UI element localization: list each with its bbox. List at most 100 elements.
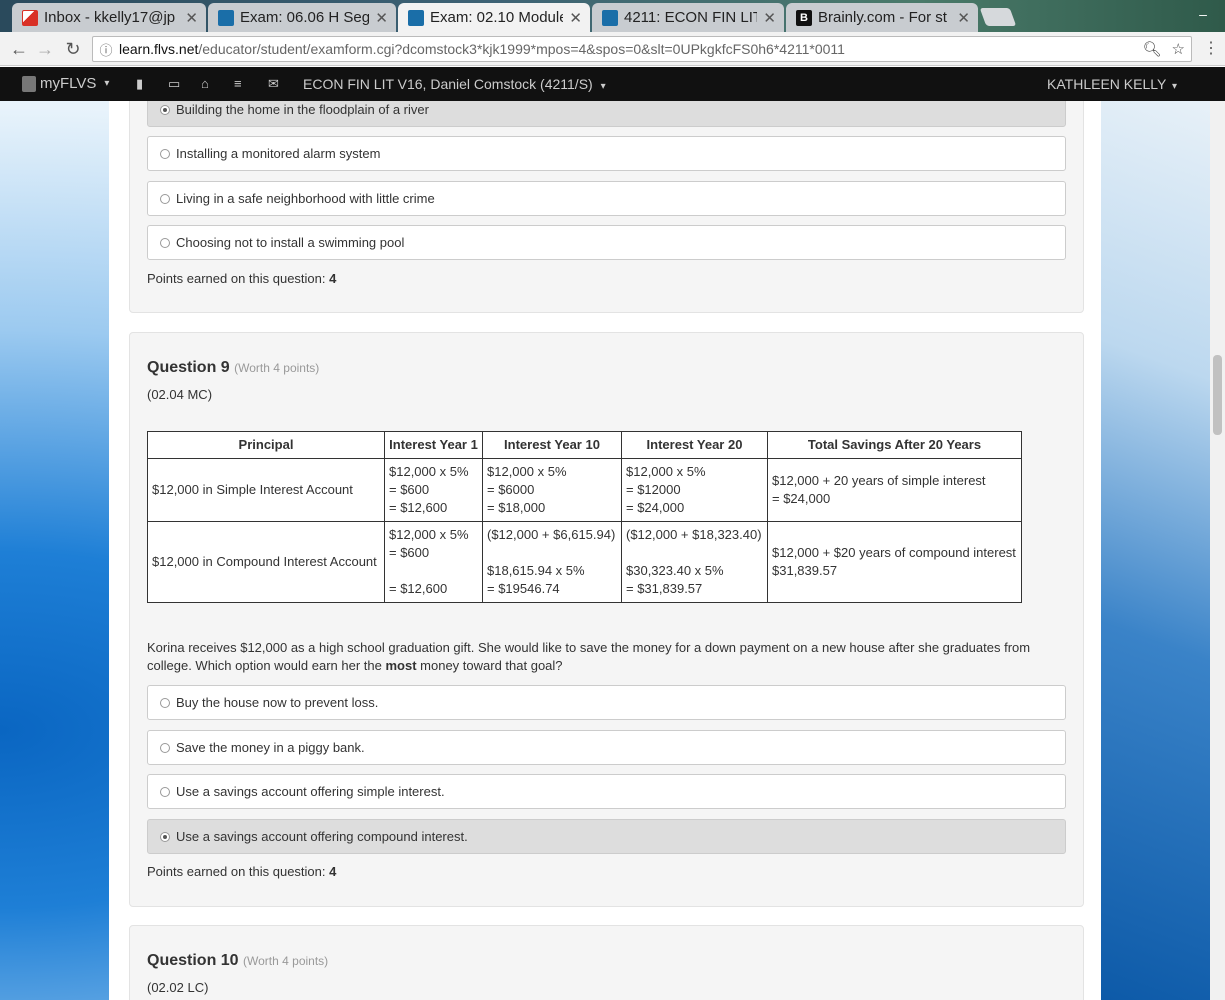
book-icon[interactable]: ▮ bbox=[136, 76, 143, 92]
table-header: Total Savings After 20 Years bbox=[767, 431, 1022, 459]
cell-line: $12,000 x 5% bbox=[487, 464, 567, 479]
table-cell: $12,000 x 5% = $600 = $12,600 bbox=[384, 521, 483, 603]
cell-line: = $600 bbox=[389, 482, 430, 497]
back-arrow-icon[interactable]: ← bbox=[8, 38, 30, 60]
address-bar[interactable]: ⓘ learn.flvs.net/educator/student/examfo… bbox=[92, 36, 1192, 62]
question-10-panel: Question 10 (Worth 4 points) (02.02 LC) bbox=[129, 925, 1084, 1000]
radio-button[interactable] bbox=[160, 831, 170, 842]
question-text: Korina receives $12,000 as a high school… bbox=[147, 639, 1047, 675]
option-label: Living in a safe neighborhood with littl… bbox=[176, 191, 435, 206]
url-host: learn.flvs.net bbox=[119, 41, 199, 57]
menu-icon[interactable]: ⋮ bbox=[1203, 38, 1219, 58]
close-icon[interactable]: ✕ bbox=[185, 9, 198, 27]
flvs-icon bbox=[408, 9, 424, 26]
q9-option-4[interactable]: Use a savings account offering compound … bbox=[147, 819, 1066, 854]
reload-icon[interactable]: ↻ bbox=[62, 38, 84, 60]
brainly-icon: B bbox=[796, 9, 812, 26]
table-cell: $12,000 in Simple Interest Account bbox=[147, 458, 385, 522]
tab-course-4211[interactable]: 4211: ECON FIN LIT ✕ bbox=[592, 3, 784, 32]
table-cell: $12,000 x 5% = $600 = $12,600 bbox=[384, 458, 483, 522]
forward-arrow-icon[interactable]: → bbox=[34, 38, 56, 60]
myflvs-logo[interactable]: myFLVS ▾ bbox=[22, 75, 109, 92]
minimize-icon[interactable]: – bbox=[1193, 6, 1213, 22]
radio-button[interactable] bbox=[160, 193, 170, 204]
home-icon[interactable]: ⌂ bbox=[201, 76, 209, 91]
cell-line: $12,000 x 5% bbox=[389, 464, 469, 479]
question-worth: (Worth 4 points) bbox=[243, 954, 329, 968]
table-cell: $12,000 x 5% = $12000 = $24,000 bbox=[621, 458, 768, 522]
app-navbar: myFLVS ▾ ▮ ▭ ⌂ ≡ ✉ ECON FIN LIT V16, Dan… bbox=[0, 67, 1225, 101]
tab-title: Exam: 02.10 Module bbox=[430, 9, 564, 26]
table-header: Interest Year 1 bbox=[384, 431, 483, 459]
question-text-part: Korina receives $12,000 as a high school… bbox=[147, 640, 1031, 673]
question-9-panel: Question 9 (Worth 4 points) (02.04 MC) P… bbox=[129, 332, 1084, 907]
cell-line: = $600 bbox=[389, 545, 430, 560]
browser-toolbar: ← → ↻ ⓘ learn.flvs.net/educator/student/… bbox=[0, 32, 1225, 66]
radio-button[interactable] bbox=[160, 237, 170, 248]
close-icon[interactable]: ✕ bbox=[375, 9, 388, 27]
tab-title: Inbox - kkelly17@jp bbox=[44, 9, 176, 26]
radio-button[interactable] bbox=[160, 148, 170, 159]
tab-exam-0210[interactable]: Exam: 02.10 Module ✕ bbox=[398, 3, 590, 32]
q9-option-3[interactable]: Use a savings account offering simple in… bbox=[147, 774, 1066, 809]
table-cell: $12,000 + $20 years of compound interest… bbox=[767, 521, 1022, 603]
table-cell: ($12,000 + $6,615.94) $18,615.94 x 5% = … bbox=[482, 521, 622, 603]
radio-button[interactable] bbox=[160, 697, 170, 708]
radio-button[interactable] bbox=[160, 786, 170, 797]
cell-line: $12,000 + $20 years of compound interest bbox=[772, 545, 1016, 560]
inbox-icon[interactable]: ▭ bbox=[168, 76, 180, 92]
table-cell: $12,000 + 20 years of simple interest = … bbox=[767, 458, 1022, 522]
close-icon[interactable]: ✕ bbox=[763, 9, 776, 27]
zoom-icon[interactable]: 🔍︎ bbox=[1143, 40, 1162, 58]
flvs-icon bbox=[602, 9, 618, 26]
close-icon[interactable]: ✕ bbox=[569, 9, 582, 27]
flvs-icon bbox=[218, 9, 234, 26]
q8-option-2[interactable]: Installing a monitored alarm system bbox=[147, 136, 1066, 171]
course-title: ECON FIN LIT V16, Daniel Comstock (4211/… bbox=[303, 76, 593, 92]
question-code: (02.02 LC) bbox=[147, 980, 209, 995]
list-icon[interactable]: ≡ bbox=[234, 76, 242, 91]
table-cell: ($12,000 + $18,323.40) $30,323.40 x 5% =… bbox=[621, 521, 768, 603]
cell-line: = $31,839.57 bbox=[626, 581, 703, 596]
option-label: Installing a monitored alarm system bbox=[176, 146, 381, 161]
question-text-part: money toward that goal? bbox=[416, 658, 563, 673]
close-icon[interactable]: ✕ bbox=[957, 9, 970, 27]
info-icon[interactable]: ⓘ bbox=[93, 40, 119, 59]
question-title: Question 9 bbox=[147, 359, 230, 376]
radio-button[interactable] bbox=[160, 104, 170, 115]
radio-button[interactable] bbox=[160, 742, 170, 753]
tab-inbox[interactable]: Inbox - kkelly17@jp ✕ bbox=[12, 3, 206, 32]
table-row: $12,000 in Compound Interest Account $12… bbox=[147, 521, 1022, 603]
question-title: Question 10 bbox=[147, 952, 239, 969]
mail-icon[interactable]: ✉ bbox=[268, 76, 279, 92]
course-menu[interactable]: ECON FIN LIT V16, Daniel Comstock (4211/… bbox=[303, 76, 606, 92]
q9-option-2[interactable]: Save the money in a piggy bank. bbox=[147, 730, 1066, 765]
table-header: Interest Year 20 bbox=[621, 431, 768, 459]
tab-exam-0606[interactable]: Exam: 06.06 H Segm ✕ bbox=[208, 3, 396, 32]
tab-brainly[interactable]: B Brainly.com - For st ✕ bbox=[786, 3, 978, 32]
option-label: Building the home in the floodplain of a… bbox=[176, 102, 429, 117]
q8-option-3[interactable]: Living in a safe neighborhood with littl… bbox=[147, 181, 1066, 216]
cell-line bbox=[389, 562, 478, 580]
new-tab-button[interactable] bbox=[979, 8, 1017, 26]
q8-points: Points earned on this question: 4 bbox=[147, 271, 336, 286]
table-header: Principal bbox=[147, 431, 385, 459]
q8-option-4[interactable]: Choosing not to install a swimming pool bbox=[147, 225, 1066, 260]
scrollbar-thumb[interactable] bbox=[1213, 355, 1222, 435]
q9-option-1[interactable]: Buy the house now to prevent loss. bbox=[147, 685, 1066, 720]
page-scrollbar[interactable] bbox=[1210, 101, 1225, 1000]
cell-line: = $12000 bbox=[626, 482, 681, 497]
table-cell: $12,000 in Compound Interest Account bbox=[147, 521, 385, 603]
exam-content: Building the home in the floodplain of a… bbox=[109, 101, 1101, 1000]
caret-down-icon: ▾ bbox=[1171, 81, 1177, 92]
bookmark-star-icon[interactable]: ☆ bbox=[1172, 40, 1185, 58]
browser-tab-strip: Inbox - kkelly17@jp ✕ Exam: 06.06 H Segm… bbox=[0, 0, 1225, 32]
q8-option-1[interactable]: Building the home in the floodplain of a… bbox=[147, 101, 1066, 127]
cell-line: $31,839.57 bbox=[772, 563, 838, 578]
points-label: Points earned on this question: bbox=[147, 271, 330, 286]
cell-line: $18,615.94 x 5% bbox=[487, 563, 585, 578]
user-menu[interactable]: KATHLEEN KELLY ▾ bbox=[1047, 76, 1177, 92]
table-header: Interest Year 10 bbox=[482, 431, 622, 459]
url-path: /educator/student/examform.cgi?dcomstock… bbox=[198, 41, 845, 57]
caret-down-icon: ▾ bbox=[104, 78, 110, 89]
